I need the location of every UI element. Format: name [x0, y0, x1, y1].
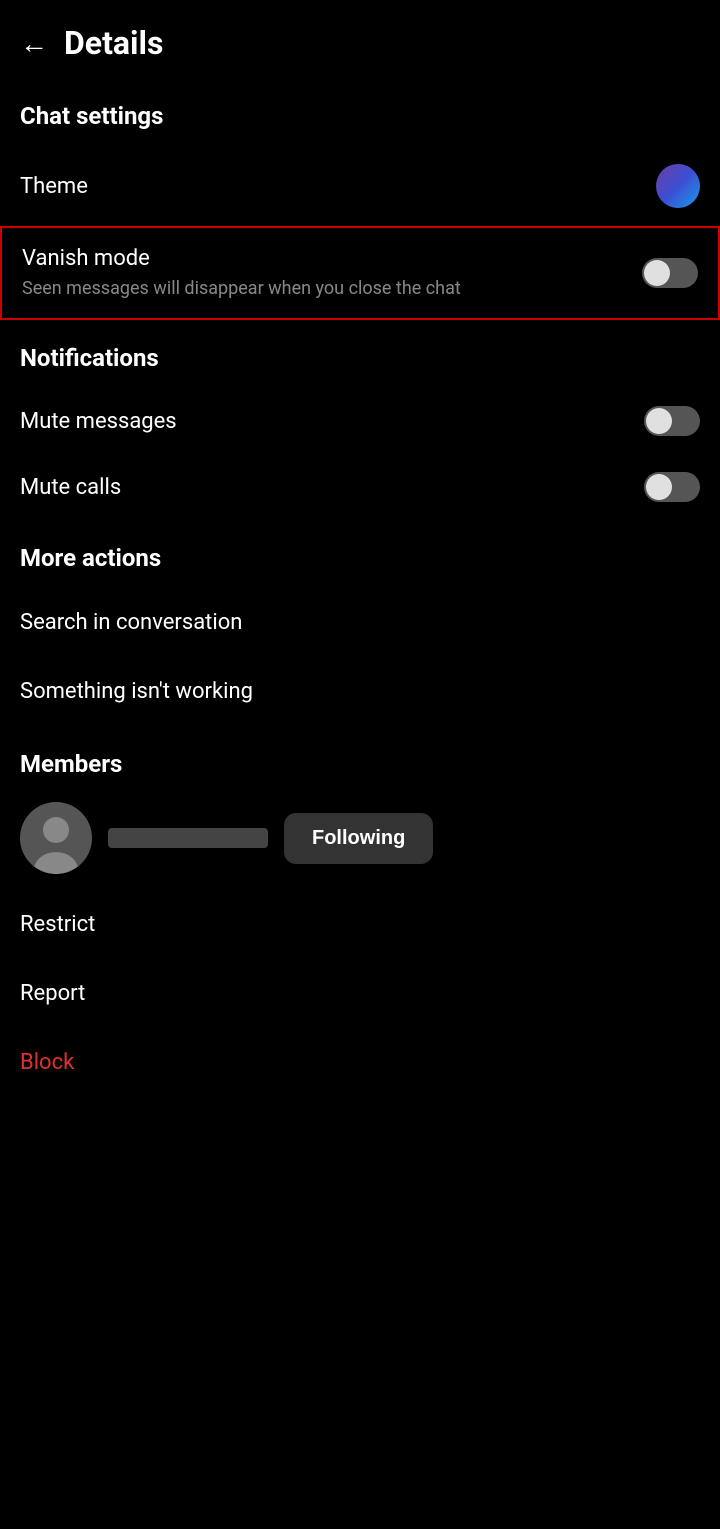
mute-calls-row[interactable]: Mute calls: [0, 454, 720, 520]
avatar: [20, 802, 92, 874]
mute-calls-toggle[interactable]: [644, 472, 700, 502]
vanish-mode-subtitle: Seen messages will disappear when you cl…: [22, 277, 626, 300]
back-button[interactable]: ←: [20, 27, 48, 60]
page-title: Details: [64, 24, 163, 62]
more-actions-section-label: More actions: [0, 520, 720, 588]
mute-messages-row[interactable]: Mute messages: [0, 388, 720, 454]
mute-calls-label: Mute calls: [20, 475, 121, 500]
block-row[interactable]: Block: [0, 1028, 720, 1097]
theme-label: Theme: [20, 174, 88, 199]
vanish-mode-toggle-knob: [644, 260, 670, 286]
search-in-conversation-row[interactable]: Search in conversation: [0, 588, 720, 657]
following-button[interactable]: Following: [284, 813, 433, 864]
member-row: Following: [0, 786, 720, 890]
members-section-label: Members: [0, 726, 720, 786]
vanish-mode-row[interactable]: Vanish mode Seen messages will disappear…: [0, 226, 720, 320]
avatar-icon: [20, 802, 92, 874]
mute-messages-toggle[interactable]: [644, 406, 700, 436]
report-label: Report: [20, 981, 85, 1006]
restrict-row[interactable]: Restrict: [0, 890, 720, 959]
theme-color-circle[interactable]: [656, 164, 700, 208]
member-name-placeholder: [108, 828, 268, 848]
mute-calls-toggle-knob: [646, 474, 672, 500]
mute-messages-label: Mute messages: [20, 409, 177, 434]
mute-messages-toggle-knob: [646, 408, 672, 434]
notifications-section-label: Notifications: [0, 320, 720, 388]
chat-settings-label: Chat settings: [0, 82, 720, 146]
search-in-conversation-label: Search in conversation: [20, 610, 242, 635]
header: ← Details: [0, 0, 720, 82]
vanish-mode-title: Vanish mode: [22, 246, 626, 271]
theme-row[interactable]: Theme: [0, 146, 720, 226]
vanish-mode-content: Vanish mode Seen messages will disappear…: [22, 246, 642, 300]
something-isnt-working-label: Something isn't working: [20, 679, 253, 704]
something-isnt-working-row[interactable]: Something isn't working: [0, 657, 720, 726]
vanish-mode-toggle[interactable]: [642, 258, 698, 288]
report-row[interactable]: Report: [0, 959, 720, 1028]
restrict-label: Restrict: [20, 912, 95, 937]
block-label: Block: [20, 1050, 74, 1075]
